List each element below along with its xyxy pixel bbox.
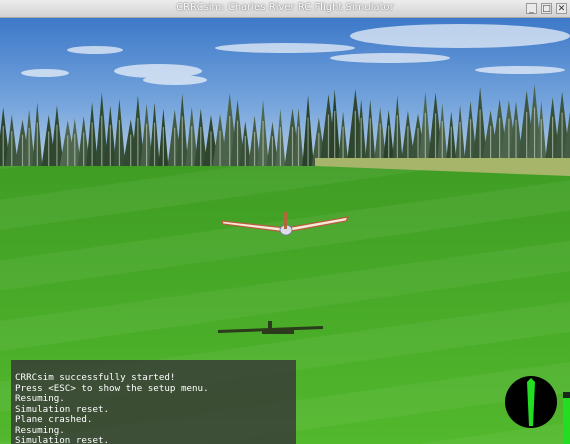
title-bar[interactable]: CRRCsim: Charles River RC Flight Simulat… [0,0,570,18]
tree-trunk [307,117,309,170]
tree-trunk [36,122,38,170]
console-line: Resuming. [15,424,65,436]
tree-trunk [327,114,330,162]
tree-trunk [526,111,528,162]
tree-trunk [561,112,563,162]
tree-trunk [441,120,443,162]
tree-trunk [417,128,419,162]
tree-trunk [271,136,274,170]
tree-trunk [181,116,183,170]
tree-trunk [109,124,111,170]
tree-trunk [515,119,517,162]
tree-trunk [11,131,13,170]
tree-trunk [489,125,492,162]
tree-trunk [434,113,437,162]
tree-trunk [91,122,93,170]
console-line: Resuming. [15,393,65,404]
tree-trunk [101,115,103,170]
tree-trunk [137,117,139,170]
tree-trunk [28,127,30,170]
tree-trunk [219,130,221,170]
tree-trunk [334,110,336,162]
window-title: CRRCsim: Charles River RC Flight Simulat… [176,2,394,13]
tree-trunk [229,116,231,170]
tree-trunk [118,120,121,170]
tree-trunk [83,132,85,170]
tree-trunk [262,120,264,170]
tree-trunk [388,125,390,162]
console-line: CRRCsim successfully started! [15,372,176,383]
tree-trunk [67,135,69,170]
tree-trunk [342,126,344,162]
tree-trunk [479,109,481,162]
tree-trunk [200,126,202,170]
tree-trunk [552,116,554,162]
tree-trunk [540,119,542,162]
tree-trunk [379,123,381,162]
tree-trunk [162,126,164,170]
tree-trunk [191,125,193,170]
tree-trunk [74,133,76,170]
simulator-window: CRRCsim: Charles River RC Flight Simulat… [0,0,570,444]
tree-trunk [396,115,398,162]
tree-trunk [244,135,246,170]
tree-trunk [130,134,132,170]
tree-trunk [21,134,24,170]
close-button[interactable]: ✕ [556,3,567,14]
tree-trunk [369,118,371,162]
console-line: Simulation reset. [15,435,110,444]
tree-trunk [469,119,472,162]
tree-trunk [153,122,156,170]
tree-trunk [146,123,148,170]
console-line: Simulation reset. [15,403,110,415]
console-line: Press <ESC> to show the setup menu. [15,382,209,394]
tree-trunk [236,120,239,170]
minimize-button[interactable]: _ [526,3,537,14]
tree-trunk [450,126,452,162]
tree-trunk [533,107,536,162]
tree-trunk [48,131,50,170]
tree-trunk [360,118,362,162]
tree-trunk [253,131,256,170]
console-line: Plane crashed. [15,414,93,425]
tree-trunk [56,124,58,170]
tree-trunk [508,118,510,162]
tree-trunk [279,127,281,170]
tree-trunk [354,110,356,162]
tree-trunk [2,126,4,170]
flight-view[interactable]: CRRCsim successfully started! Press <ESC… [0,18,570,444]
throttle-level-bar [563,397,570,444]
compass-gauge [505,376,557,428]
tree-trunk [210,131,212,170]
tree-trunk [297,126,300,170]
throttle-gauge [563,392,570,444]
tree-trunk [174,127,176,170]
tree-trunk [424,112,426,162]
message-console: CRRCsim successfully started! Press <ESC… [11,360,296,444]
tree-trunk [407,126,409,162]
tree-trunk [459,122,461,162]
tree-trunk [499,117,501,162]
tree-trunk [291,126,294,170]
maximize-button[interactable]: □ [541,3,552,14]
